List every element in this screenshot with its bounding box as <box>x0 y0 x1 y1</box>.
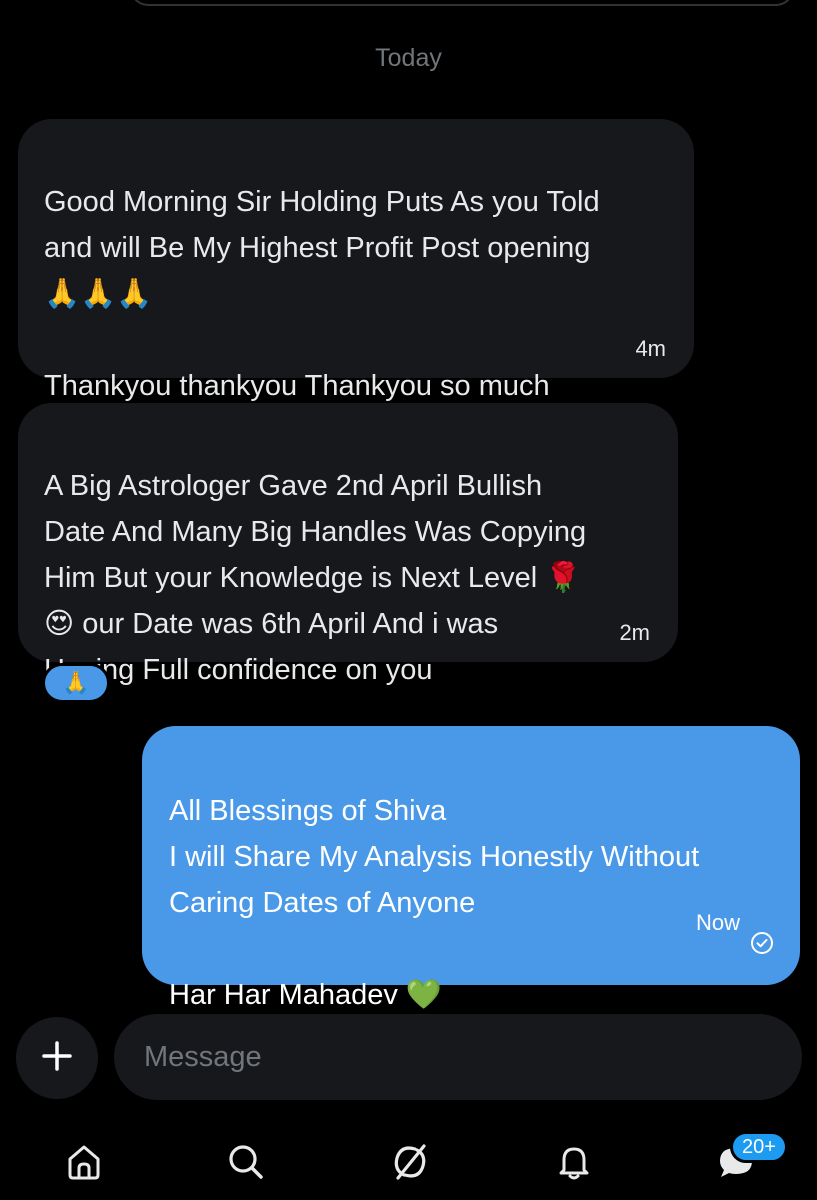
message-text: All Blessings of Shiva I will Share My A… <box>169 795 700 1011</box>
message-text: A Big Astrologer Gave 2nd April Bullish … <box>44 470 587 686</box>
grok-icon <box>388 1140 432 1189</box>
notifications-icon <box>552 1140 596 1189</box>
bottom-navigation <box>0 1120 817 1200</box>
home-icon <box>62 1140 106 1189</box>
add-media-button[interactable] <box>16 1017 98 1099</box>
read-check-icon <box>750 877 774 969</box>
message-timestamp: 4m <box>635 336 666 361</box>
nav-search[interactable] <box>218 1136 274 1192</box>
nav-grok[interactable] <box>382 1136 438 1192</box>
previous-input-edge <box>130 0 794 6</box>
message-meta: Now <box>696 877 774 969</box>
search-icon <box>224 1140 268 1189</box>
message-timestamp: Now <box>695 910 740 935</box>
message-bubble-incoming[interactable]: A Big Astrologer Gave 2nd April Bullish … <box>18 403 678 686</box>
message-bubble-incoming[interactable]: Good Morning Sir Holding Puts As you Tol… <box>18 119 694 402</box>
unread-messages-badge: 20+ <box>730 1131 788 1163</box>
message-input[interactable] <box>114 1014 802 1100</box>
message-timestamp: 2m <box>619 620 650 645</box>
plus-icon <box>40 1039 74 1078</box>
nav-notifications[interactable] <box>546 1136 602 1192</box>
message-bubble-outgoing[interactable]: All Blessings of Shiva I will Share My A… <box>142 726 800 1011</box>
folded-hands-emoji: 🙏 <box>62 670 90 696</box>
nav-home[interactable] <box>56 1136 112 1192</box>
message-text: Good Morning Sir Holding Puts As you Tol… <box>44 186 600 402</box>
date-divider: Today <box>375 44 442 72</box>
message-reaction[interactable]: 🙏 <box>42 663 110 703</box>
